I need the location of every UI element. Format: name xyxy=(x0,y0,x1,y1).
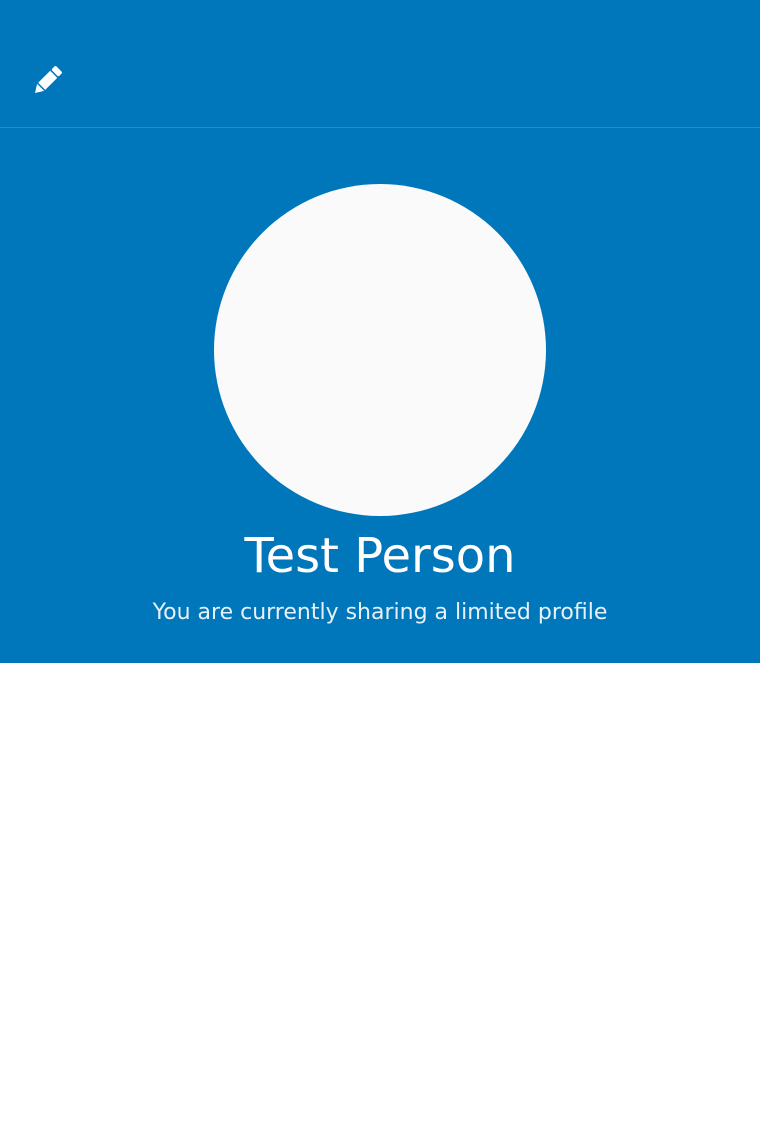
avatar[interactable] xyxy=(214,184,546,516)
profile-name: Test Person xyxy=(244,528,516,584)
profile-content xyxy=(0,663,760,1136)
profile-header: Test Person You are currently sharing a … xyxy=(0,128,760,663)
top-bar xyxy=(0,0,760,128)
sharing-status: You are currently sharing a limited prof… xyxy=(152,600,608,625)
edit-profile-button[interactable] xyxy=(22,56,72,106)
pencil-icon xyxy=(29,63,65,99)
